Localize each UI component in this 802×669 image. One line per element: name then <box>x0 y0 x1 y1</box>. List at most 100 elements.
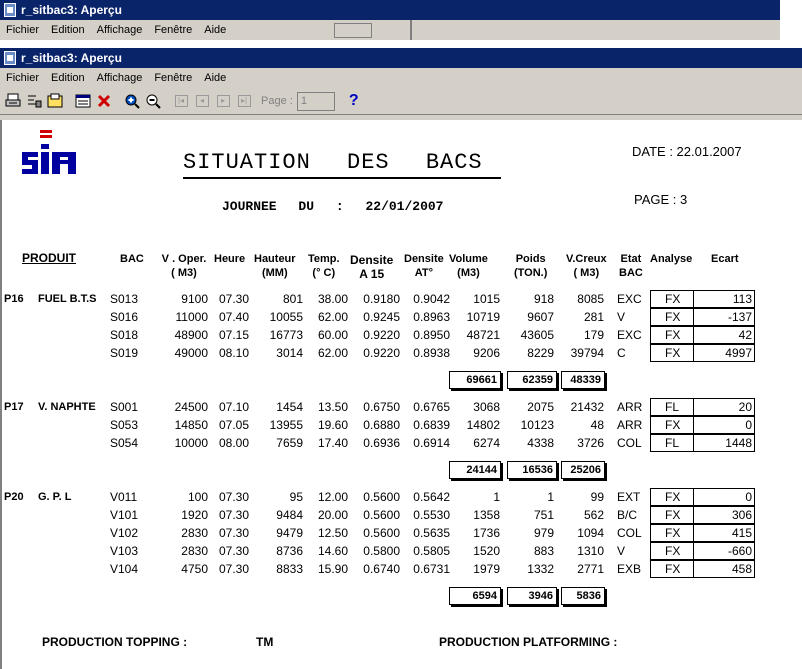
print-setup-icon[interactable] <box>24 91 44 111</box>
cell-poids: 4338 <box>527 436 554 450</box>
ecart-cell: 1448 <box>693 434 755 452</box>
cell-etat: EXC <box>617 292 642 306</box>
next-page-icon[interactable]: ▸ <box>213 91 233 111</box>
cell-poids: 979 <box>533 526 554 540</box>
cell-d15: 0.9220 <box>363 328 400 342</box>
total-volume: 6594 <box>449 587 503 607</box>
ecart-cell: 4997 <box>693 344 755 362</box>
cell-dat: 0.8963 <box>413 310 450 324</box>
header-densite-15: Densite A 15 <box>350 253 394 281</box>
window-titlebar[interactable]: r_sitbac3: Aperçu <box>0 48 802 68</box>
total-volume: 24144 <box>449 461 503 481</box>
back-menu-fichier[interactable]: Fichier <box>0 24 45 36</box>
cell-analyse: FL <box>665 436 680 450</box>
cell-vcreux: 1094 <box>577 526 604 540</box>
menu-affichage[interactable]: Affichage <box>91 72 149 84</box>
cell-temp: 13.50 <box>317 400 348 414</box>
cell-d15: 0.6750 <box>363 400 400 414</box>
header-hauteur: Hauteur (MM) <box>254 253 296 279</box>
cell-hauteur: 16773 <box>269 328 303 342</box>
header-produit: PRODUIT <box>22 251 76 265</box>
cell-d15: 0.9245 <box>363 310 400 324</box>
cell-voper: 10000 <box>174 436 208 450</box>
cell-vcreux: 281 <box>583 310 604 324</box>
back-menu-fenetre[interactable]: Fenêtre <box>148 24 198 36</box>
table-row: S054 10000 08.00 7659 17.40 0.6936 0.6914 6274 4… <box>2 434 762 452</box>
cell-vcreux: 179 <box>583 328 604 342</box>
journee-date: 22/01/2007 <box>365 199 444 214</box>
cell-heure: 07.30 <box>218 508 249 522</box>
cell-bac: S013 <box>110 292 139 306</box>
cell-ecart: 42 <box>738 328 752 342</box>
cell-analyse: FX <box>665 328 681 342</box>
cell-ecart: 1448 <box>725 436 752 450</box>
total-vcreux: 48339 <box>561 371 607 391</box>
cell-hauteur: 95 <box>289 490 303 504</box>
cell-heure: 07.15 <box>218 328 249 342</box>
cell-dat: 0.6914 <box>413 436 450 450</box>
cell-analyse: FX <box>665 490 681 504</box>
cell-d15: 0.5800 <box>363 544 400 558</box>
close-icon[interactable] <box>94 91 114 111</box>
cell-hauteur: 3014 <box>276 346 303 360</box>
cell-vcreux: 3726 <box>577 436 604 450</box>
ecart-cell: 0 <box>693 488 755 506</box>
cell-volume: 1520 <box>473 544 500 558</box>
cell-heure: 07.30 <box>218 292 249 306</box>
cell-d15: 0.6740 <box>363 562 400 576</box>
cell-heure: 07.05 <box>218 418 249 432</box>
menu-fenetre[interactable]: Fenêtre <box>148 72 198 84</box>
ecart-cell: 42 <box>693 326 755 344</box>
zoom-in-icon[interactable] <box>122 91 142 111</box>
background-window-titlebar[interactable]: r_sitbac3: Aperçu <box>0 0 780 20</box>
total-poids: 3946 <box>507 587 559 607</box>
first-page-icon[interactable]: |◂ <box>171 91 191 111</box>
previous-page-icon[interactable]: ◂ <box>192 91 212 111</box>
cell-ecart: 458 <box>731 562 752 576</box>
ecart-cell: 458 <box>693 560 755 578</box>
cell-dat: 0.8938 <box>413 346 450 360</box>
report-page: PAGE : 3 <box>634 192 688 207</box>
help-icon[interactable]: ? <box>349 92 359 110</box>
cell-d15: 0.9180 <box>363 292 400 306</box>
zoom-page-icon[interactable] <box>73 91 93 111</box>
cell-temp: 60.00 <box>317 328 348 342</box>
header-voper: V . Oper. ( M3) <box>161 253 207 279</box>
background-page-field <box>334 23 372 38</box>
cell-temp: 62.00 <box>317 310 348 324</box>
cell-dat: 0.5635 <box>413 526 450 540</box>
production-topping-label: PRODUCTION TOPPING : <box>42 635 188 649</box>
page-number-input[interactable]: 1 <box>296 91 335 111</box>
back-menu-affichage[interactable]: Affichage <box>91 24 149 36</box>
header-temp: Temp. (° C) <box>308 253 340 279</box>
cell-etat: ARR <box>617 418 643 432</box>
save-icon[interactable] <box>45 91 65 111</box>
cell-temp: 38.00 <box>317 292 348 306</box>
background-window-title: r_sitbac3: Aperçu <box>21 3 122 17</box>
zoom-out-icon[interactable] <box>143 91 163 111</box>
analyse-cell: FX <box>650 488 694 506</box>
cell-voper: 4750 <box>181 562 208 576</box>
cell-analyse: FX <box>665 562 681 576</box>
cell-dat: 0.6765 <box>413 400 450 414</box>
cell-temp: 14.60 <box>317 544 348 558</box>
menu-fichier[interactable]: Fichier <box>0 72 45 84</box>
cell-heure: 07.30 <box>218 526 249 540</box>
table-row: V102 2830 07.30 9479 12.50 0.5600 0.5635 1736 97… <box>2 524 762 542</box>
back-menu-edition[interactable]: Edition <box>45 24 91 36</box>
last-page-icon[interactable]: ▸| <box>234 91 254 111</box>
cell-ecart: 20 <box>738 400 752 414</box>
menu-aide[interactable]: Aide <box>198 72 232 84</box>
menu-edition[interactable]: Edition <box>45 72 91 84</box>
back-menu-aide[interactable]: Aide <box>198 24 232 36</box>
cell-analyse: FX <box>665 310 681 324</box>
background-menubar: Fichier Edition Affichage Fenêtre Aide <box>0 20 780 40</box>
print-icon[interactable] <box>3 91 23 111</box>
cell-bac: V103 <box>110 544 139 558</box>
cell-temp: 19.60 <box>317 418 348 432</box>
cell-voper: 1920 <box>181 508 208 522</box>
cell-bac: S001 <box>110 400 139 414</box>
cell-dat: 0.9042 <box>413 292 450 306</box>
cell-dat: 0.5530 <box>413 508 450 522</box>
cell-dat: 0.5642 <box>413 490 450 504</box>
